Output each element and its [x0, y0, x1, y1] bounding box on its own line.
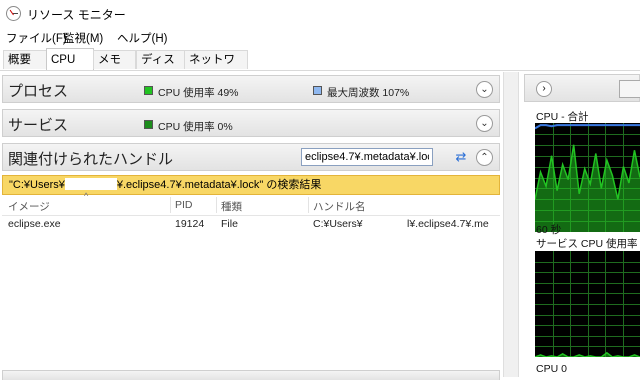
time-span-label: 60 秒	[536, 224, 562, 236]
column-divider	[170, 197, 171, 213]
column-pid[interactable]: PID	[175, 199, 193, 211]
handles-title: 関連付けられたハンドル	[8, 151, 174, 168]
cell-image: eclipse.exe	[8, 218, 61, 230]
resource-monitor-icon	[6, 6, 21, 21]
handles-header[interactable]: 関連付けられたハンドル ⇄ ⌃	[2, 143, 500, 171]
tab-cpu[interactable]: CPU	[46, 48, 94, 70]
chevron-down-icon[interactable]: ⌄	[476, 81, 493, 98]
graph-pane: › CPU - 合計 60 秒 サービス CPU 使用率 CPU 0	[522, 72, 640, 377]
menu-bar: ファイル(F) 監視(M) ヘルプ(H)	[0, 28, 640, 46]
column-divider	[216, 197, 217, 213]
cpu-usage-legend: CPU 使用率 49%	[158, 87, 239, 99]
cpu-total-label: CPU - 合計	[536, 111, 589, 123]
graph-toolbar: ›	[524, 74, 640, 102]
cpu0-label: CPU 0	[536, 363, 567, 375]
services-header[interactable]: サービス CPU 使用率 0% ⌄	[2, 109, 500, 137]
processes-title: プロセス	[8, 83, 69, 100]
chevron-right-icon[interactable]: ›	[536, 81, 552, 97]
max-frequency-legend: 最大周波数 107%	[327, 87, 410, 99]
cpu-usage-legend-swatch	[144, 86, 153, 95]
cell-pid: 19124	[175, 218, 205, 230]
tab-strip: 概要 CPU メモリ ディスク ネットワーク	[0, 48, 640, 85]
service-cpu-chart	[535, 251, 640, 357]
service-cpu-label: サービス CPU 使用率	[536, 238, 638, 250]
search-result-banner: "C:¥Users¥ ¥.eclipse4.7¥.metadata¥.lock" …	[2, 175, 500, 195]
search-result-suffix: ¥.eclipse4.7¥.metadata¥.lock" の検索結果	[116, 179, 322, 191]
title-bar: リソース モニター	[0, 0, 640, 28]
table-row[interactable]: eclipse.exe 19124 File C:¥Users¥ l¥.ecli…	[2, 217, 500, 233]
cell-type: File	[221, 218, 238, 230]
column-type[interactable]: 種類	[221, 199, 242, 214]
menu-help[interactable]: ヘルプ(H)	[117, 30, 167, 46]
processes-header[interactable]: プロセス CPU 使用率 49% 最大周波数 107% ⌄	[2, 75, 500, 103]
tab-disk[interactable]: ディスク	[136, 50, 185, 85]
cell-handle-name-end: l¥.eclipse4.7¥.me	[407, 218, 489, 230]
service-cpu-graph	[535, 251, 640, 357]
tab-overview[interactable]: 概要	[3, 50, 47, 69]
column-image[interactable]: イメージ	[8, 199, 50, 214]
view-button[interactable]	[619, 80, 640, 98]
menu-file[interactable]: ファイル(F)	[6, 30, 67, 46]
column-divider	[308, 197, 309, 213]
service-cpu-legend: CPU 使用率 0%	[158, 121, 233, 133]
cell-handle-name-start: C:¥Users¥	[313, 218, 363, 230]
search-result-prefix: "C:¥Users¥	[9, 179, 65, 191]
pane-splitter[interactable]	[503, 72, 519, 377]
redacted-username	[64, 178, 117, 190]
handle-search-input[interactable]	[301, 148, 433, 166]
menu-monitor[interactable]: 監視(M)	[63, 30, 103, 46]
left-pane: プロセス CPU 使用率 49% 最大周波数 107% ⌄ サービス CPU 使…	[2, 72, 502, 380]
sort-ascending-icon: ^	[84, 191, 89, 201]
cpu-total-chart	[535, 123, 640, 232]
usage-line	[535, 351, 640, 357]
tab-network[interactable]: ネットワーク	[184, 50, 248, 85]
column-handle-name[interactable]: ハンドル名	[313, 199, 366, 214]
services-title: サービス	[8, 117, 69, 134]
cpu-total-graph	[535, 123, 640, 232]
frequency-line	[535, 124, 640, 130]
service-cpu-legend-swatch	[144, 120, 153, 129]
search-refresh-icon[interactable]: ⇄	[453, 149, 469, 165]
tab-memory[interactable]: メモリ	[93, 50, 136, 85]
max-frequency-legend-swatch	[313, 86, 322, 95]
chevron-up-icon[interactable]: ⌃	[476, 149, 493, 166]
next-section-header[interactable]	[2, 370, 500, 380]
chevron-down-icon[interactable]: ⌄	[476, 115, 493, 132]
window-title: リソース モニター	[27, 8, 126, 22]
handles-grid-header: ^ イメージ PID 種類 ハンドル名	[2, 191, 500, 216]
